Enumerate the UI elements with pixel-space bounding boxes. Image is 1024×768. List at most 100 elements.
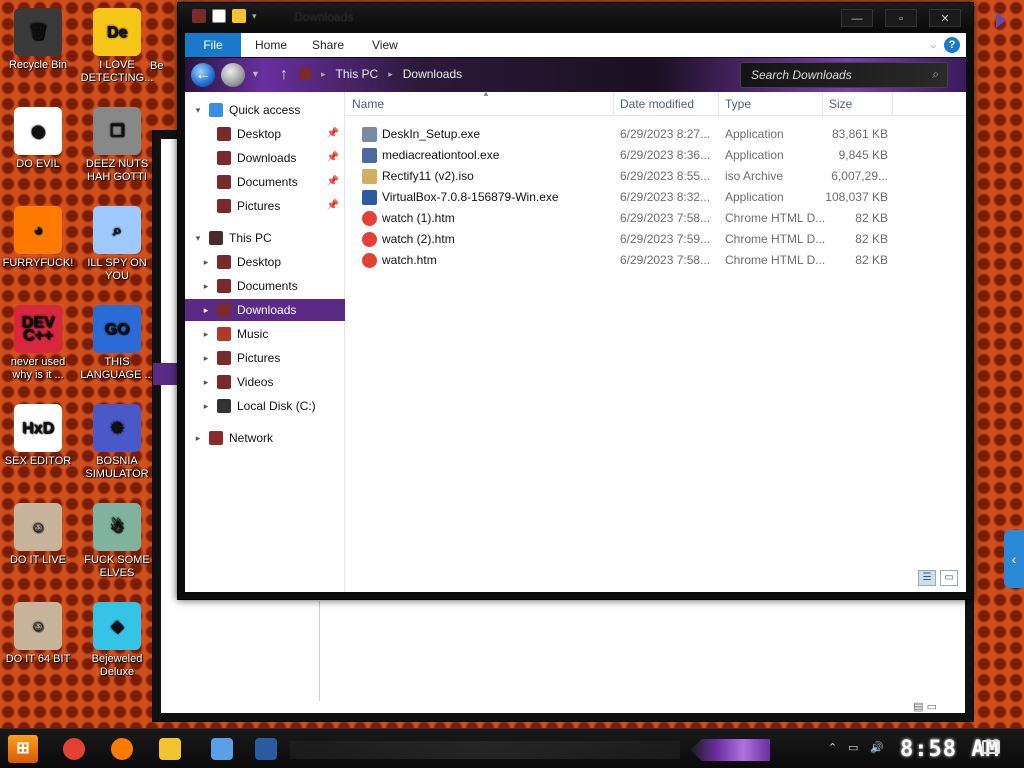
taskbar-file-explorer-icon[interactable] [154, 733, 186, 765]
breadcrumb-this-pc[interactable]: This PC [336, 67, 379, 81]
search-icon[interactable]: ⌕ [932, 67, 939, 82]
nav-item[interactable]: Documents 📌 [185, 171, 345, 193]
breadcrumb-downloads[interactable]: Downloads [403, 67, 462, 81]
large-icons-view-icon[interactable]: ▭ [940, 570, 958, 586]
desktop-icon-label: ILL SPY ON YOU [87, 257, 147, 282]
forward-button[interactable] [221, 63, 245, 87]
desktop-icon[interactable]: ❐ DEEZ NUTS HAH GOTTI [79, 107, 155, 184]
nav-item[interactable]: ▸ Desktop [185, 251, 345, 273]
breadcrumb-separator-icon[interactable]: ▸ [321, 69, 326, 80]
recent-locations-icon[interactable]: ▼ [251, 69, 261, 79]
desktop-partial-label[interactable]: Be [150, 60, 174, 73]
nav-item[interactable]: ▸ Downloads [185, 299, 345, 321]
pin-icon: 📌 [326, 176, 339, 187]
expand-arrow-icon[interactable]: ▸ [201, 347, 211, 369]
desktop-icon[interactable]: ◕ FURRYFUCK! [0, 206, 76, 270]
breadcrumb-separator-icon[interactable]: ▸ [388, 69, 393, 80]
background-window-view-icons[interactable]: ▤ ▭ [913, 700, 937, 713]
expand-arrow-icon[interactable]: ▸ [201, 395, 211, 417]
title-bar[interactable]: ▾ Downloads — ▫ ✕ [178, 3, 973, 31]
nav-item[interactable]: Downloads 📌 [185, 147, 345, 169]
desktop-icon[interactable]: ☺ DO IT 64 BIT [0, 602, 76, 666]
tab-share[interactable]: Share [312, 33, 344, 57]
nav-item[interactable]: ▸ Network [185, 427, 345, 449]
nav-item[interactable]: ▾ Quick access [185, 99, 345, 121]
nav-item[interactable]: ▸ Documents [185, 275, 345, 297]
details-view-icon[interactable]: ☰ [918, 570, 936, 586]
desktop-icon[interactable]: HxD SEX EDITOR [0, 404, 76, 468]
expand-arrow-icon[interactable]: ▸ [201, 251, 211, 273]
file-row[interactable]: DeskIn_Setup.exe 6/29/2023 8:27... Applica… [346, 124, 906, 145]
taskbar-chrome-icon[interactable] [58, 733, 90, 765]
desktop-icon-label: DO IT 64 BIT [5, 653, 71, 665]
taskbar-app-window-icon[interactable] [206, 733, 238, 765]
nav-item[interactable]: ▸ Videos [185, 371, 345, 393]
nav-item[interactable]: Desktop 📌 [185, 123, 345, 145]
desktop-icon[interactable]: ⌕ ILL SPY ON YOU [79, 206, 155, 283]
tab-file[interactable]: File [185, 33, 241, 57]
properties-icon[interactable] [212, 9, 226, 23]
file-row[interactable]: mediacreationtool.exe 6/29/2023 8:36... Ap… [346, 145, 906, 166]
desktop-icon[interactable]: GO THIS LANGUAGE ... [79, 305, 155, 382]
folder-icon [217, 327, 231, 341]
desktop-icon[interactable]: ☃ FUCK SOME ELVES [79, 503, 155, 580]
desktop-icon[interactable]: 🗑 Recycle Bin [0, 8, 76, 72]
file-row[interactable]: watch (1).htm 6/29/2023 7:58... Chrome HTM… [346, 208, 906, 229]
customize-toolbar-chevron-icon[interactable]: ▾ [252, 11, 257, 22]
expand-arrow-icon[interactable]: ▾ [193, 99, 203, 121]
maximize-button[interactable]: ▫ [885, 9, 917, 27]
file-row[interactable]: Rectify11 (v2).iso 6/29/2023 8:55... iso A… [346, 166, 906, 187]
file-type: iso Archive [725, 169, 784, 183]
column-type[interactable]: Type [719, 92, 823, 116]
expand-arrow-icon[interactable]: ▸ [201, 371, 211, 393]
side-panel-tab[interactable]: ‹ [1004, 530, 1024, 588]
desktop-icon[interactable]: ◆ Bejeweled Deluxe [79, 602, 155, 679]
tab-home[interactable]: Home [255, 33, 287, 57]
desktop-icon[interactable]: ✹ BOSNIA SIMULATOR [79, 404, 155, 481]
window-app-icon[interactable] [192, 9, 206, 23]
file-icon [362, 190, 377, 205]
navigation-pane[interactable]: ▾ Quick access Desktop 📌 Downloads 📌 Documents… [185, 92, 345, 592]
expand-arrow-icon[interactable]: ▸ [201, 299, 211, 321]
close-button[interactable]: ✕ [929, 9, 961, 27]
taskbar-virtualbox-icon[interactable] [250, 733, 282, 765]
help-icon[interactable]: ? [944, 37, 960, 53]
taskbar-firefox-icon[interactable] [106, 733, 138, 765]
network-icon[interactable]: ▭ [848, 741, 858, 754]
start-button[interactable]: ⊞ [8, 735, 38, 763]
file-type: Chrome HTML D... [725, 211, 826, 225]
nav-item[interactable]: ▸ Pictures [185, 347, 345, 369]
new-folder-icon[interactable] [232, 9, 246, 23]
explorer-window[interactable]: ▾ Downloads — ▫ ✕ File Home Share View ⌄… [177, 2, 974, 600]
file-row[interactable]: VirtualBox-7.0.8-156879-Win.exe 6/29/2023… [346, 187, 906, 208]
nav-item[interactable]: ▾ This PC [185, 227, 345, 249]
file-row[interactable]: watch (2).htm 6/29/2023 7:59... Chrome HTM… [346, 229, 906, 250]
nav-item-label: Documents [237, 175, 298, 189]
file-row[interactable]: watch.htm 6/29/2023 7:58... Chrome HTML D.… [346, 250, 906, 271]
column-date-modified[interactable]: Date modified [614, 92, 719, 116]
expand-arrow-icon[interactable]: ▾ [193, 227, 203, 249]
breadcrumb[interactable]: ▸ This PC ▸ Downloads [299, 67, 462, 81]
file-list[interactable]: Name ▲ Date modified Type Size DeskIn_Se… [346, 89, 966, 592]
expand-ribbon-chevron-icon[interactable]: ⌄ [929, 38, 938, 51]
nav-item[interactable]: ▸ Local Disk (C:) [185, 395, 345, 417]
back-button[interactable]: ← [191, 63, 215, 87]
up-button[interactable]: ↑ [275, 66, 293, 84]
notifications-icon[interactable] [982, 740, 1000, 754]
desktop-icon[interactable]: ◉ DO EVIL [0, 107, 76, 171]
search-input[interactable]: Search Downloads ⌕ [740, 62, 948, 88]
nav-item[interactable]: ▸ Music [185, 323, 345, 345]
desktop-icon[interactable]: DEV C++ never used why is it ... [0, 305, 76, 382]
tab-view[interactable]: View [372, 33, 398, 57]
nav-item[interactable]: Pictures 📌 [185, 195, 345, 217]
column-name[interactable]: Name [346, 92, 614, 116]
volume-icon[interactable]: 🔊 [870, 741, 884, 754]
desktop-icon[interactable]: ☺ DO IT LIVE [0, 503, 76, 567]
column-size[interactable]: Size [823, 92, 893, 116]
expand-arrow-icon[interactable]: ▸ [201, 323, 211, 345]
expand-arrow-icon[interactable]: ▸ [193, 427, 203, 449]
show-hidden-icons-icon[interactable]: ⌃ [828, 741, 837, 754]
desktop-icon[interactable]: De I LOVE DETECTING... [79, 8, 155, 85]
expand-arrow-icon[interactable]: ▸ [201, 275, 211, 297]
minimize-button[interactable]: — [841, 9, 873, 27]
